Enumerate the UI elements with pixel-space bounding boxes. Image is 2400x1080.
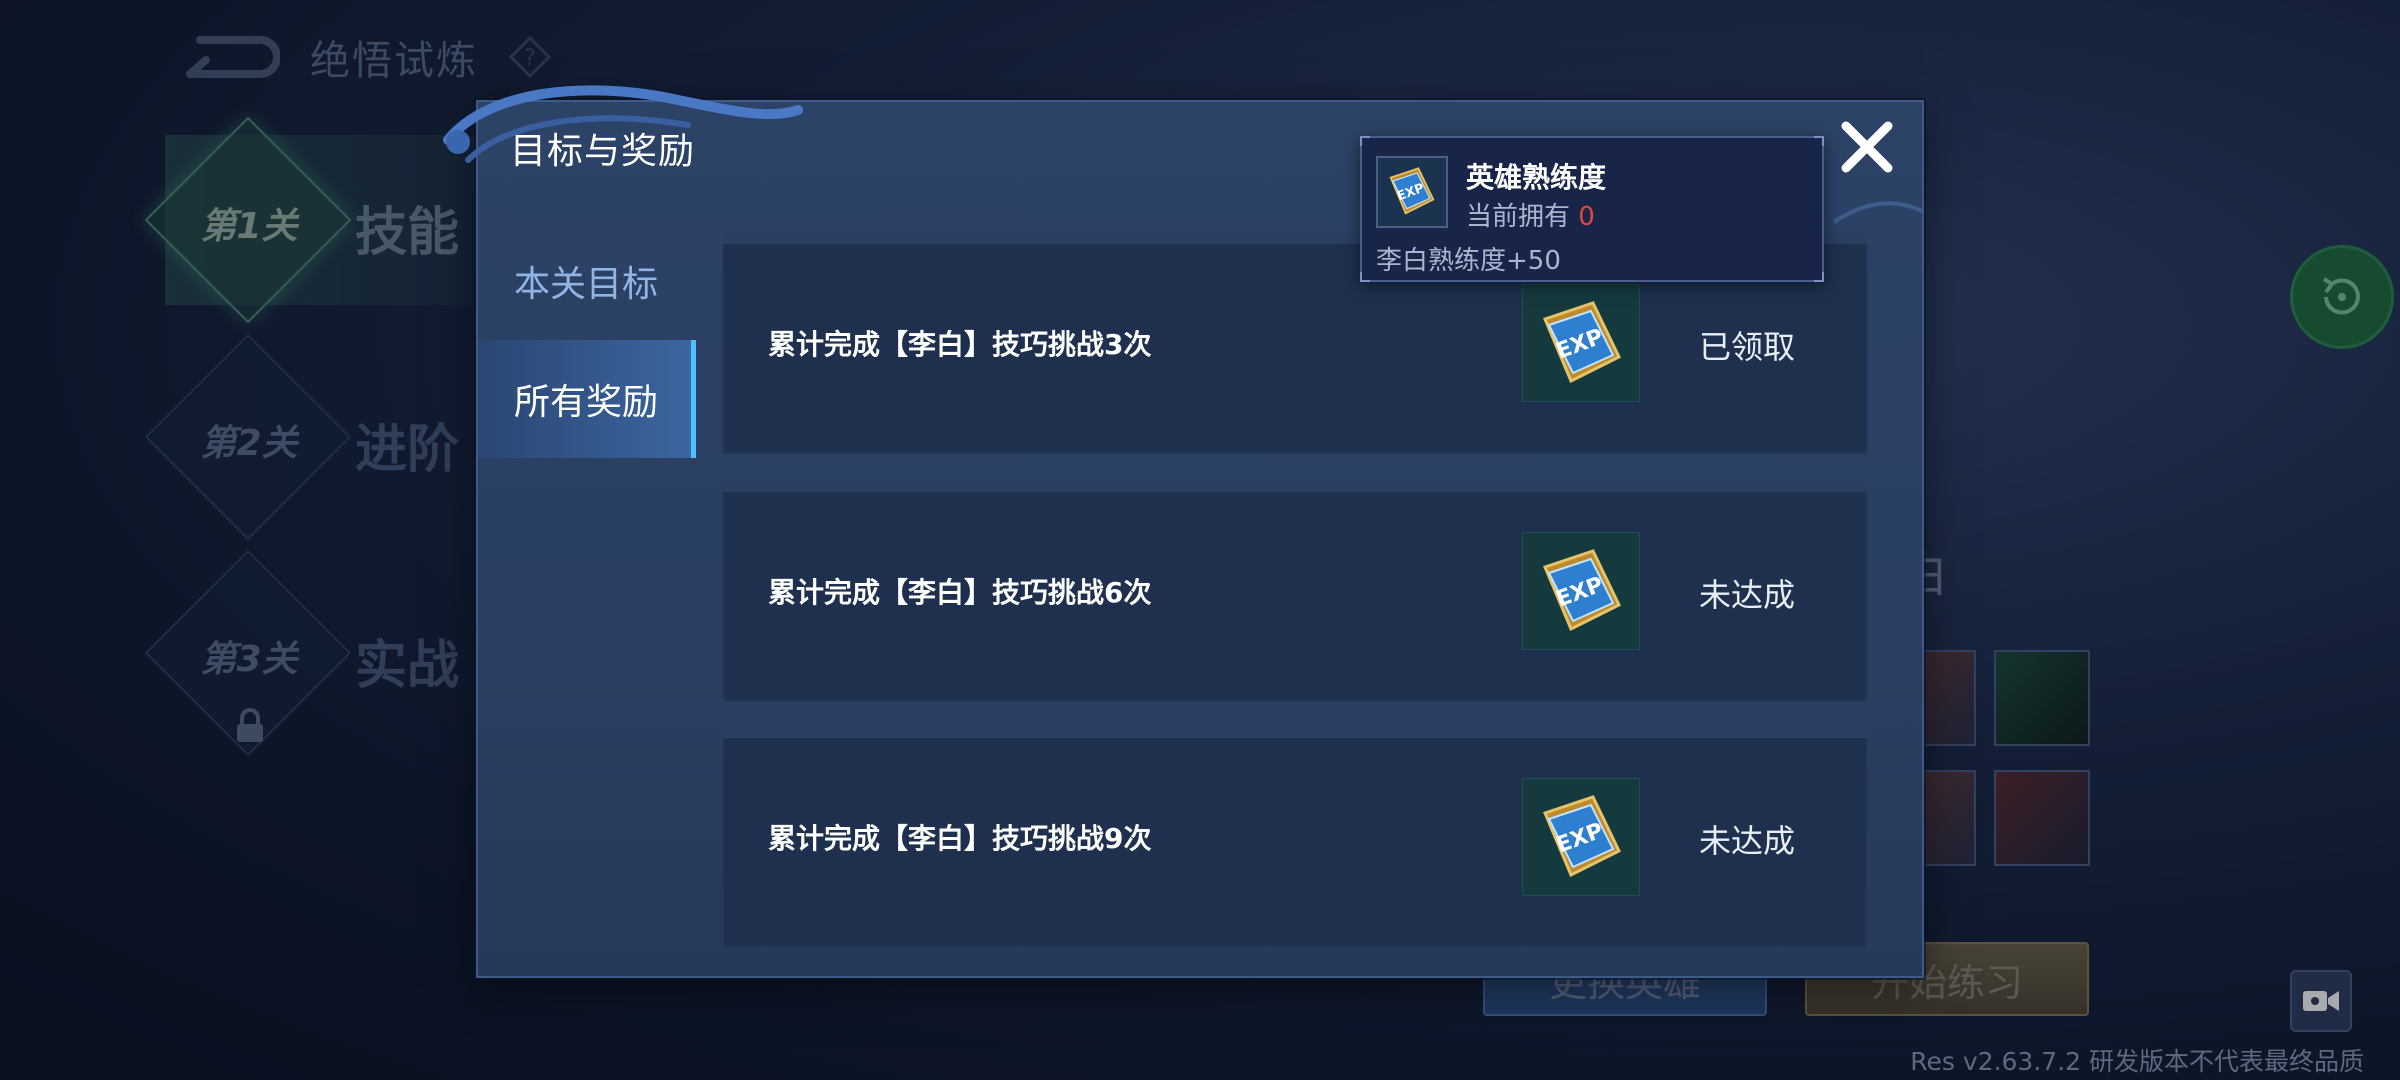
rewards-list[interactable]: 累计完成【李白】技巧挑战3次 EXP 已领取 累计完成【李白】技巧挑战6次 EX… — [722, 232, 1868, 952]
owned-count: 0 — [1578, 202, 1595, 232]
tooltip-owned: 当前拥有 0 — [1466, 196, 1595, 233]
exp-book-icon: EXP — [1376, 156, 1448, 228]
status-not-achieved: 未达成 — [1698, 576, 1795, 614]
exp-book-icon[interactable]: EXP — [1522, 778, 1640, 896]
tooltip-description: 李白熟练度+50 — [1376, 246, 1561, 276]
goal-text: 累计完成【李白】技巧挑战3次 — [768, 328, 1152, 361]
tooltip-corner — [1360, 136, 1370, 146]
owned-label: 当前拥有 — [1466, 202, 1571, 232]
side-tabs: 本关目标 所有奖励 — [478, 222, 698, 458]
tooltip-corner — [1814, 272, 1824, 282]
list-item: 累计完成【李白】技巧挑战6次 EXP 未达成 — [722, 480, 1868, 702]
tab-stage-goals[interactable]: 本关目标 — [478, 222, 698, 340]
item-tooltip: EXP 英雄熟练度 当前拥有 0 李白熟练度+50 — [1360, 136, 1824, 282]
close-icon[interactable] — [1836, 116, 1898, 178]
tooltip-corner — [1814, 136, 1824, 146]
goal-text: 累计完成【李白】技巧挑战6次 — [768, 576, 1152, 609]
tooltip-item-name: 英雄熟练度 — [1466, 161, 1607, 194]
dialog-title: 目标与奖励 — [510, 131, 696, 172]
tab-all-rewards[interactable]: 所有奖励 — [478, 340, 696, 458]
status-claimed: 已领取 — [1698, 328, 1795, 366]
exp-book-icon[interactable]: EXP — [1522, 532, 1640, 650]
status-not-achieved: 未达成 — [1698, 822, 1795, 860]
goal-text: 累计完成【李白】技巧挑战9次 — [768, 822, 1152, 855]
exp-book-icon[interactable]: EXP — [1522, 284, 1640, 402]
list-item: 累计完成【李白】技巧挑战9次 EXP 未达成 — [722, 726, 1868, 948]
tooltip-corner — [1360, 272, 1370, 282]
